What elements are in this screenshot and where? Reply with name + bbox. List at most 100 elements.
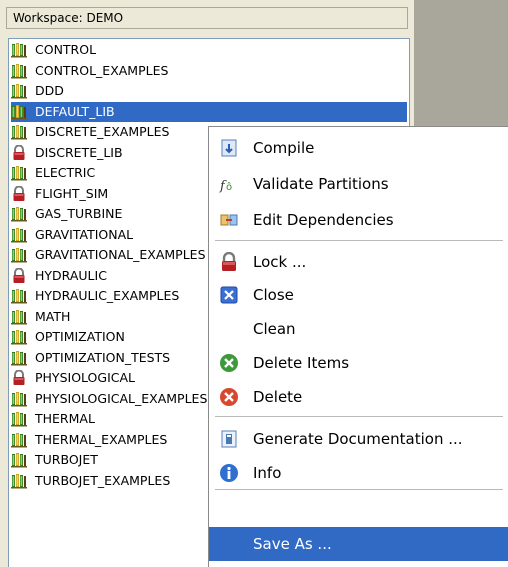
menu-item-label: Compile — [253, 139, 315, 157]
menu-item-edit-dependencies[interactable]: Edit Dependencies — [209, 203, 508, 237]
library-item[interactable]: DISCRETE_EXAMPLES — [11, 122, 171, 142]
library-item[interactable]: ELECTRIC — [11, 163, 97, 183]
library-icon — [11, 165, 27, 181]
close-icon — [219, 285, 239, 305]
library-item[interactable]: CONTROL — [11, 40, 98, 60]
library-icon — [11, 42, 27, 58]
library-item[interactable]: CONTROL_EXAMPLES — [11, 61, 170, 81]
menu-item-validate-partitions[interactable]: f ô Validate Partitions — [209, 167, 508, 201]
library-item-label: CONTROL — [35, 42, 97, 57]
library-item[interactable]: TURBOJET — [11, 450, 100, 470]
library-item[interactable]: GRAVITATIONAL — [11, 225, 135, 245]
menu-item-clean[interactable]: Clean — [209, 312, 508, 346]
library-item[interactable]: OPTIMIZATION_TESTS — [11, 348, 172, 368]
delete-items-icon — [219, 353, 239, 373]
library-icon — [11, 124, 27, 140]
library-item[interactable]: MATH — [11, 307, 72, 327]
library-icon — [11, 63, 27, 79]
lock-icon — [11, 370, 27, 386]
library-item-label: HYDRAULIC_EXAMPLES — [35, 288, 180, 303]
library-icon — [11, 350, 27, 366]
library-item[interactable]: DDD — [11, 81, 66, 101]
context-menu: Compile f ô Validate Partitions Edit Depende… — [208, 126, 508, 567]
library-item[interactable]: PHYSIOLOGICAL_EXAMPLES — [11, 389, 209, 409]
library-icon — [11, 206, 27, 222]
library-item-label: GRAVITATIONAL — [35, 226, 134, 242]
library-item-label: DEFAULT_LIB — [33, 102, 117, 121]
menu-item-label: Delete Items — [253, 354, 350, 372]
library-item-label: THERMAL — [35, 411, 95, 426]
library-icon — [11, 432, 27, 448]
library-item[interactable]: HYDRAULIC — [11, 266, 109, 286]
info-icon — [219, 463, 239, 483]
menu-item-close[interactable]: Close — [209, 278, 508, 312]
library-icon — [11, 83, 27, 99]
lock-icon — [11, 268, 27, 284]
library-item-label: OPTIMIZATION — [35, 329, 125, 344]
delete-icon — [219, 387, 239, 407]
library-icon — [11, 309, 27, 325]
library-item[interactable]: DISCRETE_LIB — [11, 143, 125, 163]
library-item-label: HYDRAULIC — [35, 267, 107, 283]
menu-item-save-as[interactable]: Save As ... — [209, 527, 508, 561]
menu-item-label: Delete — [253, 388, 303, 406]
menu-item-label: Generate Documentation ... — [253, 430, 463, 448]
workspace-title: Workspace: DEMO — [6, 7, 408, 29]
library-item[interactable]: OPTIMIZATION — [11, 327, 127, 347]
svg-text:ô: ô — [226, 181, 232, 193]
documentation-icon — [219, 429, 239, 449]
menu-item-compile[interactable]: Compile — [209, 131, 508, 165]
library-item-label: THERMAL_EXAMPLES — [35, 431, 168, 447]
library-item[interactable]: FLIGHT_SIM — [11, 184, 110, 204]
library-icon — [11, 473, 27, 489]
lock-icon — [11, 145, 27, 161]
library-item-label: CONTROL_EXAMPLES — [35, 62, 169, 78]
menu-item-label: Lock ... — [253, 253, 307, 271]
dependencies-icon — [219, 210, 239, 230]
menu-item-label: Info — [253, 464, 282, 482]
library-item-label: ELECTRIC — [35, 165, 96, 180]
menu-separator — [215, 416, 503, 417]
lock-icon — [219, 251, 239, 272]
menu-item-generate-documentation[interactable]: Generate Documentation ... — [209, 422, 508, 456]
library-item-label: DISCRETE_EXAMPLES — [35, 124, 170, 139]
compile-icon — [219, 138, 239, 158]
library-item-label: PHYSIOLOGICAL_EXAMPLES — [35, 390, 208, 406]
menu-item-label: Clean — [253, 320, 296, 338]
menu-item-delete-items[interactable]: Delete Items — [209, 346, 508, 380]
menu-item-info[interactable]: Info — [209, 456, 508, 490]
library-item[interactable]: HYDRAULIC_EXAMPLES — [11, 286, 181, 306]
library-icon — [11, 104, 27, 120]
library-item-label: OPTIMIZATION_TESTS — [35, 349, 171, 365]
library-item-label: DDD — [35, 83, 64, 98]
menu-item-lock[interactable]: Lock ... — [209, 245, 508, 279]
library-item[interactable]: DEFAULT_LIB — [11, 101, 407, 122]
library-item[interactable]: GRAVITATIONAL_EXAMPLES — [11, 245, 208, 265]
menu-item-label: Validate Partitions — [253, 175, 389, 193]
lock-icon — [11, 186, 27, 202]
library-icon — [11, 227, 27, 243]
library-item-label: PHYSIOLOGICAL — [35, 370, 136, 385]
menu-separator — [215, 240, 503, 241]
library-icon — [11, 288, 27, 304]
menu-item-label: Save As ... — [253, 535, 332, 553]
library-item-label: TURBOJET_EXAMPLES — [35, 472, 171, 488]
library-item[interactable]: GAS_TURBINE — [11, 204, 124, 224]
library-item-label: FLIGHT_SIM — [35, 185, 109, 201]
library-item-label: DISCRETE_LIB — [35, 144, 123, 160]
library-item[interactable]: THERMAL — [11, 409, 97, 429]
validate-icon: fô — [219, 174, 239, 194]
library-icon — [11, 391, 27, 407]
library-icon — [11, 452, 27, 468]
menu-item-label: Edit Dependencies — [253, 211, 394, 229]
library-item[interactable]: THERMAL_EXAMPLES — [11, 430, 169, 450]
library-icon — [11, 411, 27, 427]
library-item-label: GAS_TURBINE — [35, 206, 123, 221]
library-icon — [11, 329, 27, 345]
library-icon — [11, 247, 27, 263]
menu-item-delete[interactable]: Delete — [209, 380, 508, 414]
library-item-label: TURBOJET — [35, 452, 98, 467]
library-item[interactable]: TURBOJET_EXAMPLES — [11, 471, 172, 491]
library-item-label: GRAVITATIONAL_EXAMPLES — [35, 247, 206, 262]
library-item[interactable]: PHYSIOLOGICAL — [11, 368, 137, 388]
